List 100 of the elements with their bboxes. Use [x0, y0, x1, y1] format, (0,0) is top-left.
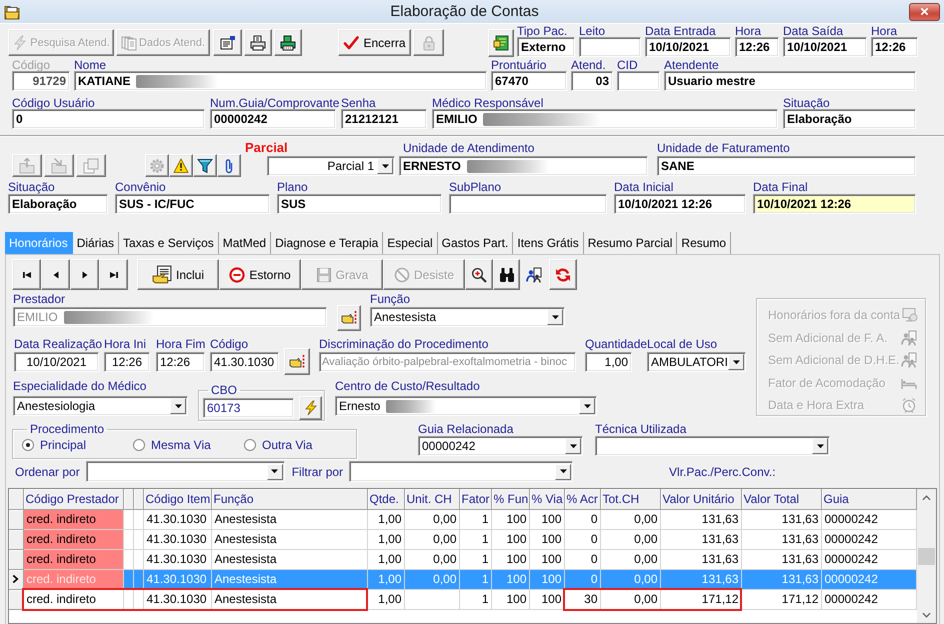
input-field[interactable]: 03	[571, 71, 613, 91]
column-header[interactable]: Código Item	[143, 489, 211, 509]
tab[interactable]: Especial	[383, 232, 438, 254]
input-field[interactable]: 12:26	[735, 37, 779, 57]
dropdown-field[interactable]	[349, 461, 574, 482]
input-field[interactable]: 0	[12, 109, 205, 129]
dropdown-field[interactable]	[595, 436, 830, 456]
tab[interactable]: Itens Grátis	[513, 232, 584, 254]
tab[interactable]: Resumo Parcial	[584, 232, 678, 254]
input-field[interactable]: 41.30.1030	[210, 352, 279, 372]
input-field[interactable]: SUS	[277, 194, 442, 214]
field-label: Plano	[277, 181, 309, 194]
column-header[interactable]: Tot.CH	[600, 489, 660, 509]
icon-button[interactable]	[493, 259, 520, 290]
icon-button[interactable]	[284, 348, 310, 375]
toolbar-button[interactable]: Estorno	[219, 259, 301, 290]
row-header[interactable]	[9, 569, 23, 589]
scrollbar-thumb[interactable]	[918, 548, 935, 565]
dropdown-field[interactable]: 00000242	[418, 436, 583, 456]
icon-button[interactable]	[12, 259, 41, 290]
input-field[interactable]	[449, 194, 607, 214]
field-label: Tipo Pac.	[517, 25, 568, 37]
input-field[interactable]: KATIANE	[74, 71, 487, 91]
column-header[interactable]: Unit. CH	[404, 489, 459, 509]
dropdown-field[interactable]: Ernesto	[335, 396, 597, 416]
input-field[interactable]: 12:26	[104, 352, 150, 372]
icon-button[interactable]	[337, 305, 361, 331]
radio-button[interactable]	[133, 439, 145, 451]
radio-label[interactable]: Principal	[40, 438, 86, 452]
filter-icon	[197, 158, 213, 174]
tab[interactable]: Diagnose e Terapia	[271, 232, 384, 254]
input-field[interactable]	[617, 71, 660, 91]
input-field[interactable]: 00000242	[210, 109, 336, 129]
column-header[interactable]: Função	[211, 489, 367, 509]
input-field[interactable]	[579, 37, 641, 57]
icon-button[interactable]	[465, 259, 493, 290]
icon-button[interactable]	[213, 29, 242, 56]
field-label: Prestador	[13, 292, 66, 307]
column-header[interactable]: Qtde.	[367, 489, 404, 509]
tab[interactable]: Diárias	[72, 232, 120, 254]
dropdown-field[interactable]: Anestesiologia	[13, 396, 188, 416]
radio-label[interactable]: Outra Via	[262, 438, 312, 452]
input-field[interactable]: ERNESTO	[399, 156, 648, 176]
icon-button[interactable]	[244, 29, 272, 56]
column-header[interactable]: Código Prestador	[23, 489, 123, 509]
dropdown-field[interactable]	[86, 461, 285, 482]
tab[interactable]: Taxas e Serviços	[119, 232, 219, 254]
column-header[interactable]: Valor Unitário	[660, 489, 741, 509]
close-button[interactable]	[909, 2, 940, 20]
icon-button[interactable]	[217, 154, 241, 177]
input-field[interactable]: SUS - IC/FUC	[115, 194, 270, 214]
tab[interactable]: Gastos Part.	[438, 232, 514, 254]
column-header[interactable]: Guia	[821, 489, 916, 509]
input-field[interactable]: 10/10/2021	[645, 37, 731, 57]
field-label: CID	[617, 59, 639, 71]
input-field[interactable]: Elaboração	[783, 109, 916, 129]
radio-button[interactable]	[22, 439, 34, 451]
icon-button[interactable]	[193, 154, 217, 177]
column-header[interactable]	[123, 489, 133, 509]
column-header[interactable]: % Via	[529, 489, 564, 509]
field-label: Guia Relacionada	[418, 423, 514, 436]
input-field[interactable]: 12:26	[156, 352, 205, 372]
input-field[interactable]: 10/10/2021 12:26	[614, 194, 746, 214]
column-header[interactable]: Valor Total	[741, 489, 821, 509]
input-field[interactable]: EMILIO	[432, 109, 778, 129]
tab[interactable]: Resumo	[677, 232, 732, 254]
input-field[interactable]: 60173	[203, 398, 294, 418]
radio-button[interactable]	[244, 439, 256, 451]
table-cell: Anestesista	[211, 509, 367, 529]
toolbar-button[interactable]: Encerra	[338, 29, 411, 56]
column-header[interactable]: Fator	[459, 489, 491, 509]
input-field[interactable]: Elaboração	[8, 194, 108, 214]
radio-label[interactable]: Mesma Via	[151, 438, 211, 452]
input-field[interactable]: Usuario mestre	[664, 71, 916, 91]
table-cell: Anestesista	[211, 589, 367, 609]
refresh-icon	[555, 266, 571, 282]
input-field[interactable]: SANE	[657, 156, 916, 176]
dropdown-field[interactable]: AMBULATORI	[647, 352, 746, 372]
column-header[interactable]: % Acr	[564, 489, 600, 509]
input-field[interactable]: 1,00	[585, 352, 632, 372]
dropdown-field[interactable]: Parcial 1	[267, 156, 395, 176]
column-header[interactable]: % Fun	[491, 489, 529, 509]
input-field[interactable]: 67470	[491, 71, 567, 91]
toolbar-button[interactable]: Inclui	[137, 259, 219, 290]
input-field[interactable]: Externo	[517, 37, 575, 57]
input-field[interactable]: 21212121	[341, 109, 427, 129]
icon-button[interactable]	[274, 29, 302, 56]
checkmark-icon	[343, 34, 360, 50]
tab[interactable]: MatMed	[218, 232, 272, 254]
input-field[interactable]: 12:26	[871, 37, 918, 57]
field-label: Código Usuário	[12, 97, 96, 109]
icon-button[interactable]	[99, 259, 128, 290]
input-field[interactable]: 10/10/2021	[14, 352, 99, 372]
icon-button[interactable]	[488, 29, 514, 57]
column-header[interactable]	[133, 489, 143, 509]
dropdown-field[interactable]: Anestesista	[370, 307, 565, 327]
input-field[interactable]: 10/10/2021 12:26	[753, 194, 916, 214]
field-label: Senha	[341, 97, 377, 109]
table-cell: 1	[459, 509, 491, 529]
input-field[interactable]: 10/10/2021	[783, 37, 867, 57]
